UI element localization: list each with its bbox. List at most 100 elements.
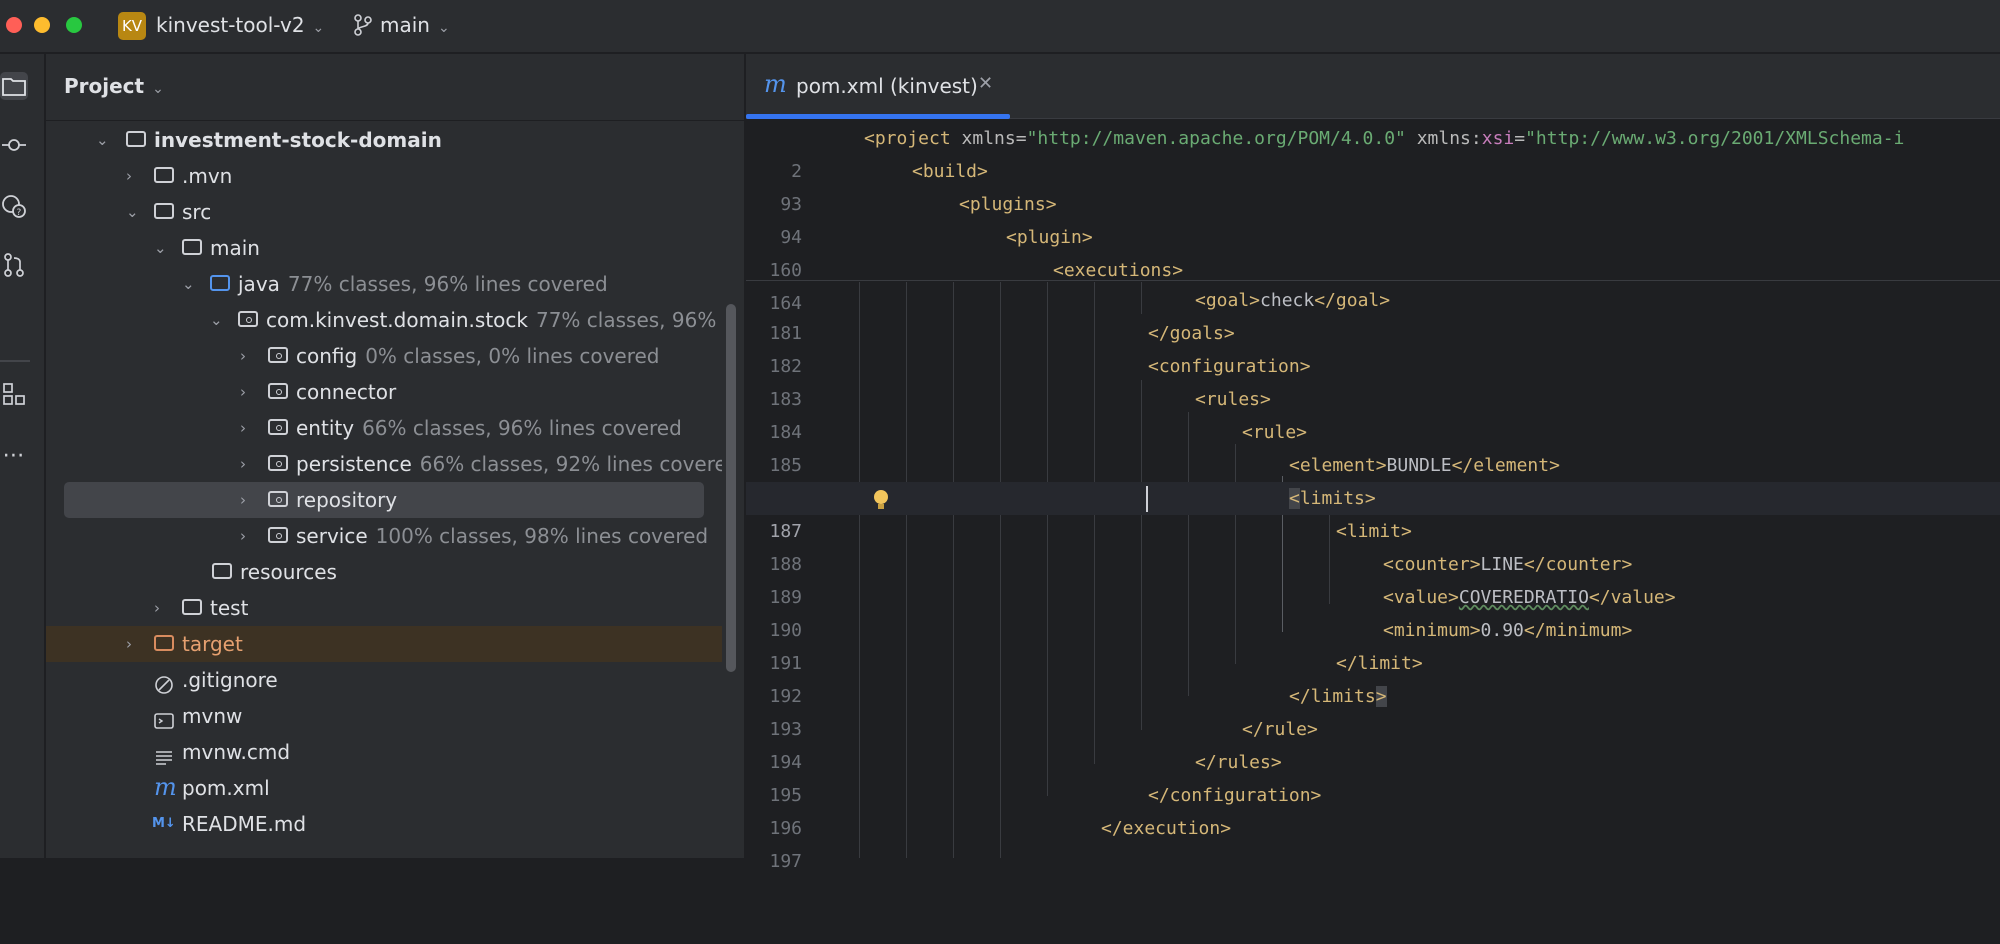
tree-item-gitignore[interactable]: .gitignore	[46, 662, 722, 698]
git-branch-icon	[354, 14, 372, 36]
svg-text:?: ?	[17, 208, 22, 218]
tree-item-repository[interactable]: › repository	[64, 482, 704, 518]
commit-icon[interactable]	[0, 132, 28, 160]
tab-pom-xml[interactable]: m pom.xml (kinvest) ✕	[746, 54, 1010, 119]
collapsed-arrow-icon[interactable]: ›	[126, 158, 142, 194]
tree-item-label: .mvn	[182, 164, 233, 188]
project-view-selector[interactable]: Project ⌄	[64, 74, 164, 98]
code-line: 192 </limit>	[746, 647, 2000, 707]
tree-item-label: entity	[296, 416, 355, 440]
collapsed-arrow-icon[interactable]: ›	[240, 338, 256, 374]
shell-script-icon	[154, 706, 174, 729]
branch-selector[interactable]: main ⌄	[354, 13, 450, 37]
tree-item-target[interactable]: › target	[46, 626, 722, 662]
package-icon	[268, 491, 288, 507]
tree-item-config[interactable]: › config 0% classes, 0% lines covered	[46, 338, 722, 374]
active-tab-indicator	[746, 114, 1010, 119]
ai-assistant-icon[interactable]: ?	[0, 192, 28, 220]
sticky-lines-divider	[746, 280, 2000, 281]
tree-item-label: src	[182, 200, 212, 224]
tree-item-resources[interactable]: resources	[46, 554, 722, 590]
code-line: 194 </rule>	[746, 713, 2000, 773]
close-window-button[interactable]	[6, 17, 22, 33]
tree-item-java[interactable]: ⌄ java 77% classes, 96% lines covered	[46, 266, 722, 302]
tree-item-entity[interactable]: › entity 66% classes, 96% lines covered	[46, 410, 722, 446]
collapsed-arrow-icon[interactable]: ›	[240, 482, 256, 518]
lightbulb-icon[interactable]	[874, 490, 888, 504]
tree-item-readme[interactable]: M↓ README.md	[46, 806, 722, 842]
code-line: 190 <value>COVEREDRATIO</value>	[746, 581, 2000, 641]
maven-file-icon: m	[764, 70, 787, 98]
code-line: 185 <rule>	[746, 416, 2000, 476]
close-icon[interactable]: ✕	[978, 73, 993, 94]
code-line: 193 </limits>	[746, 680, 2000, 740]
expanded-arrow-icon[interactable]: ⌄	[96, 122, 112, 158]
code-line: 189 <counter>LINE</counter>	[746, 548, 2000, 608]
tree-item-label: pom.xml	[182, 776, 270, 800]
minimize-window-button[interactable]	[34, 17, 50, 33]
line-number: 197	[769, 851, 802, 872]
code-editor[interactable]: 2 <project xmlns="http://maven.apache.or…	[746, 120, 2000, 872]
structure-icon[interactable]	[0, 382, 28, 410]
ignore-file-icon	[154, 670, 174, 694]
code-line: 196 </configuration>	[746, 779, 2000, 839]
collapsed-arrow-icon[interactable]: ›	[126, 626, 142, 662]
strip-divider	[0, 360, 30, 362]
code-line: 197 </execution>	[746, 812, 2000, 872]
code-line: 183 <configuration>	[746, 350, 2000, 410]
package-icon	[268, 383, 288, 399]
tree-item-label: com.kinvest.domain.stock	[266, 308, 528, 332]
tree-item-investment-stock-domain[interactable]: ⌄ investment-stock-domain	[46, 122, 722, 158]
project-badge[interactable]: KV	[118, 12, 146, 40]
editor-tab-bar: m pom.xml (kinvest) ✕	[746, 54, 2000, 119]
expanded-arrow-icon[interactable]: ⌄	[154, 230, 170, 266]
collapsed-arrow-icon[interactable]: ›	[240, 446, 256, 482]
collapsed-arrow-icon[interactable]: ›	[154, 590, 170, 626]
collapsed-arrow-icon[interactable]: ›	[240, 374, 256, 410]
tree-item-label: target	[182, 632, 243, 656]
package-icon	[268, 527, 288, 543]
collapsed-arrow-icon[interactable]: ›	[240, 410, 256, 446]
chevron-down-icon: ⌄	[312, 20, 325, 36]
maven-file-icon: m	[154, 773, 177, 801]
tree-item-com-kinvest-domain-stock[interactable]: ⌄ com.kinvest.domain.stock 77% classes, 9…	[46, 302, 722, 338]
tab-label: pom.xml (kinvest)	[796, 74, 978, 98]
expanded-arrow-icon[interactable]: ⌄	[210, 302, 226, 338]
text-file-icon	[154, 742, 174, 765]
lightbulb-base	[878, 504, 884, 509]
package-icon	[268, 347, 288, 363]
markdown-file-icon: M↓	[152, 816, 176, 831]
project-folder-icon[interactable]	[0, 72, 28, 100]
tree-item-label: main	[210, 236, 260, 260]
tree-item-src[interactable]: ⌄ src	[46, 194, 722, 230]
tree-item-label: service	[296, 524, 368, 548]
project-tree-scrollbar[interactable]	[726, 304, 736, 672]
expanded-arrow-icon[interactable]: ⌄	[126, 194, 142, 230]
project-selector[interactable]: kinvest-tool-v2 ⌄	[156, 13, 324, 37]
project-panel-title: Project	[64, 74, 145, 98]
tree-item-mvnw[interactable]: mvnw	[46, 698, 722, 734]
expanded-arrow-icon[interactable]: ⌄	[182, 266, 198, 302]
package-icon	[268, 455, 288, 471]
tree-item-persistence[interactable]: › persistence 66% classes, 92% lines cove…	[46, 446, 722, 482]
tree-item-main[interactable]: ⌄ main	[46, 230, 722, 266]
pull-requests-icon[interactable]	[0, 252, 28, 280]
maximize-window-button[interactable]	[66, 17, 82, 33]
tree-item-label: config	[296, 344, 358, 368]
coverage-text: 77% classes, 96% lines covered	[287, 272, 608, 296]
tree-item-service[interactable]: › service 100% classes, 98% lines covered	[46, 518, 722, 554]
package-icon	[268, 419, 288, 435]
chevron-down-icon: ⌄	[437, 20, 450, 36]
more-tools-icon[interactable]: ⋯	[0, 442, 28, 470]
tree-item-label: java	[238, 272, 280, 296]
project-name: kinvest-tool-v2	[156, 13, 305, 37]
tree-item-label: resources	[240, 560, 337, 584]
tree-item-test[interactable]: › test	[46, 590, 722, 626]
current-code-line: 187 <limits>	[746, 482, 2000, 542]
tree-item-connector[interactable]: › connector	[46, 374, 722, 410]
tree-item-pom-xml[interactable]: m pom.xml	[46, 770, 722, 806]
tree-item-mvn[interactable]: › .mvn	[46, 158, 722, 194]
tree-item-mvnw-cmd[interactable]: mvnw.cmd	[46, 734, 722, 770]
collapsed-arrow-icon[interactable]: ›	[240, 518, 256, 554]
project-panel: Project ⌄ ⌄ investment-stock-domain › .mv…	[46, 54, 744, 858]
